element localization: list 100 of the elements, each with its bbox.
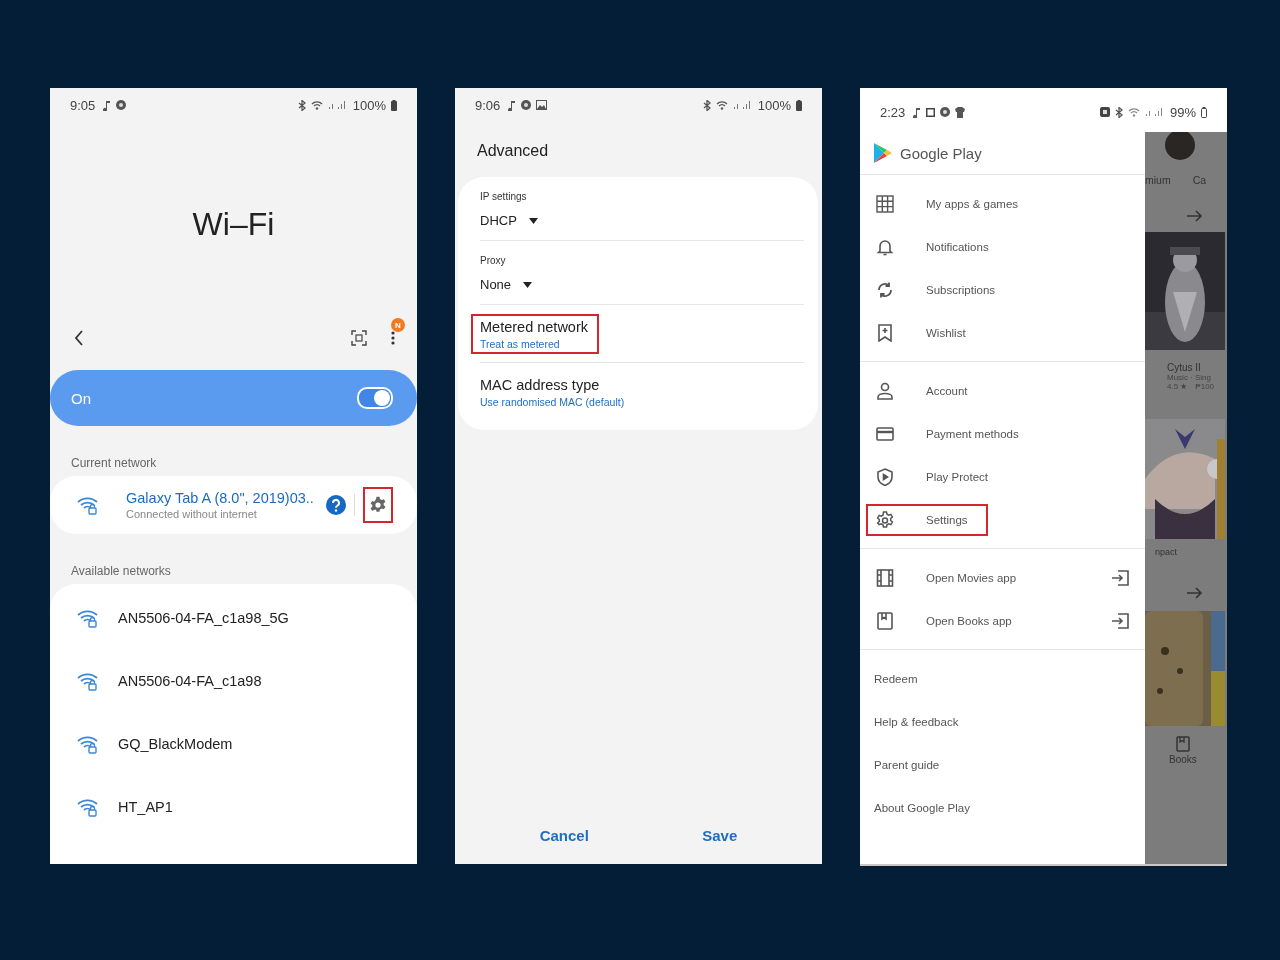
drawer-link[interactable]: About Google Play: [860, 786, 984, 829]
battery-icon: [391, 99, 397, 111]
status-time: 9:05: [70, 97, 96, 113]
status-time: 9:06: [475, 97, 501, 113]
back-icon[interactable]: [74, 330, 84, 346]
caret-icon: [528, 217, 538, 224]
network-row[interactable]: AN5506-04-FA_c1a98: [50, 649, 417, 712]
drawer-item[interactable]: Subscriptions: [860, 268, 1145, 311]
network-row[interactable]: HT_AP1: [50, 775, 417, 838]
book-icon: [1175, 736, 1190, 752]
drawer-item[interactable]: Wishlist: [860, 311, 1145, 354]
bookmark-icon: [876, 323, 894, 342]
wifi-icon: [310, 100, 323, 110]
dialog-button[interactable]: Save: [690, 823, 750, 848]
book-icon: [876, 611, 894, 630]
music-note-icon: [103, 99, 112, 111]
refresh-icon: [876, 280, 894, 299]
bell-icon: [876, 237, 894, 256]
circle-icon: [940, 107, 951, 117]
setting-title[interactable]: MAC address type: [480, 377, 804, 393]
notification-badge: N: [391, 318, 405, 332]
network-name[interactable]: Galaxy Tab A (8.0", 2019)03..: [126, 490, 318, 506]
network-status: Connected without internet: [126, 508, 258, 520]
network-name: GQ_BlackModem: [118, 735, 233, 752]
tab-label: mium: [1145, 174, 1171, 186]
dialog-button[interactable]: Cancel: [527, 823, 601, 848]
section-label: Available networks: [70, 564, 172, 578]
drawer-link[interactable]: Help & feedback: [860, 700, 973, 743]
play-logo-icon: [874, 143, 892, 163]
setting-title[interactable]: Metered network: [480, 319, 804, 335]
drawer-item[interactable]: Payment methods: [860, 412, 1145, 455]
music-note-icon: [508, 99, 517, 111]
bluetooth-icon: [1114, 106, 1123, 118]
wifi-lock-icon: [76, 495, 100, 515]
screen-title: Wi–Fi: [192, 205, 275, 243]
screen-title: Advanced: [476, 141, 550, 161]
scan-icon[interactable]: [351, 330, 367, 346]
bluetooth-icon: [297, 99, 306, 111]
gear-icon: [876, 510, 894, 529]
wifi-lock-icon: [76, 796, 100, 817]
grid-icon: [876, 194, 894, 213]
toggle-switch[interactable]: [357, 387, 393, 409]
battery-icon: [796, 99, 802, 111]
drawer-item[interactable]: My apps & games: [860, 182, 1145, 225]
network-name: AN5506-04-FA_c1a98_5G: [118, 609, 289, 626]
arrow-icon: [1187, 210, 1203, 222]
gear-icon: [369, 496, 387, 514]
wifi-icon: [1127, 107, 1140, 117]
setting-label: Proxy: [480, 255, 507, 266]
card-icon: [876, 424, 894, 443]
section-label: Current network: [70, 456, 158, 470]
drawer-item[interactable]: Settings: [860, 498, 1145, 541]
network-row[interactable]: AN5506-04-FA_c1a98_5G: [50, 586, 417, 649]
dropdown[interactable]: None: [480, 277, 533, 292]
network-settings-button[interactable]: [363, 487, 393, 523]
avatar: [1165, 132, 1195, 160]
help-icon[interactable]: [326, 495, 346, 515]
network-row[interactable]: GQ_BlackModem: [50, 712, 417, 775]
wifi-lock-icon: [76, 733, 100, 754]
status-time: 2:23: [880, 104, 906, 120]
drawer-item[interactable]: Open Movies app: [860, 556, 1145, 599]
battery-percent: 100%: [352, 97, 386, 113]
image-icon: [536, 100, 548, 110]
drawer-link[interactable]: Parent guide: [860, 743, 954, 786]
music-note-icon: [913, 106, 922, 118]
battery-percent: 99%: [1169, 104, 1196, 120]
more-icon[interactable]: [391, 330, 395, 346]
dropdown[interactable]: DHCP: [480, 213, 538, 228]
signal-icon: [732, 100, 751, 110]
drawer-link[interactable]: Redeem: [860, 657, 932, 700]
app-caption: npact: [1154, 547, 1178, 557]
toggle-label: On: [71, 389, 92, 407]
drawer-item[interactable]: Open Books app: [860, 599, 1145, 642]
open-external-icon: [1111, 612, 1129, 629]
network-name: HT_AP1: [118, 798, 173, 815]
nav-label: Books: [1169, 754, 1197, 765]
app-title: Cytus II: [1167, 362, 1202, 373]
caret-icon: [523, 281, 533, 288]
setting-label: IP settings: [480, 191, 528, 202]
shield-icon: [876, 467, 894, 486]
app-name: Google Play: [900, 144, 982, 162]
open-external-icon: [1111, 569, 1129, 586]
circle-icon: [116, 100, 127, 110]
wifi-icon: [715, 100, 728, 110]
battery-percent: 100%: [757, 97, 791, 113]
drawer-item[interactable]: Account: [860, 369, 1145, 412]
setting-value: Use randomised MAC (default): [480, 396, 626, 408]
battery-icon: [1201, 106, 1207, 118]
bluetooth-icon: [702, 99, 711, 111]
shirt-icon: [955, 106, 966, 118]
drawer-item[interactable]: Play Protect: [860, 455, 1145, 498]
signal-icon: [327, 100, 346, 110]
wifi-lock-icon: [76, 607, 100, 628]
wifi-lock-icon: [76, 670, 100, 691]
drawer-item[interactable]: Notifications: [860, 225, 1145, 268]
setting-value: Treat as metered: [480, 338, 561, 350]
arrow-icon: [1187, 587, 1203, 599]
circle-icon: [521, 100, 532, 110]
person-icon: [876, 381, 894, 400]
tab-label: Ca: [1192, 174, 1207, 186]
